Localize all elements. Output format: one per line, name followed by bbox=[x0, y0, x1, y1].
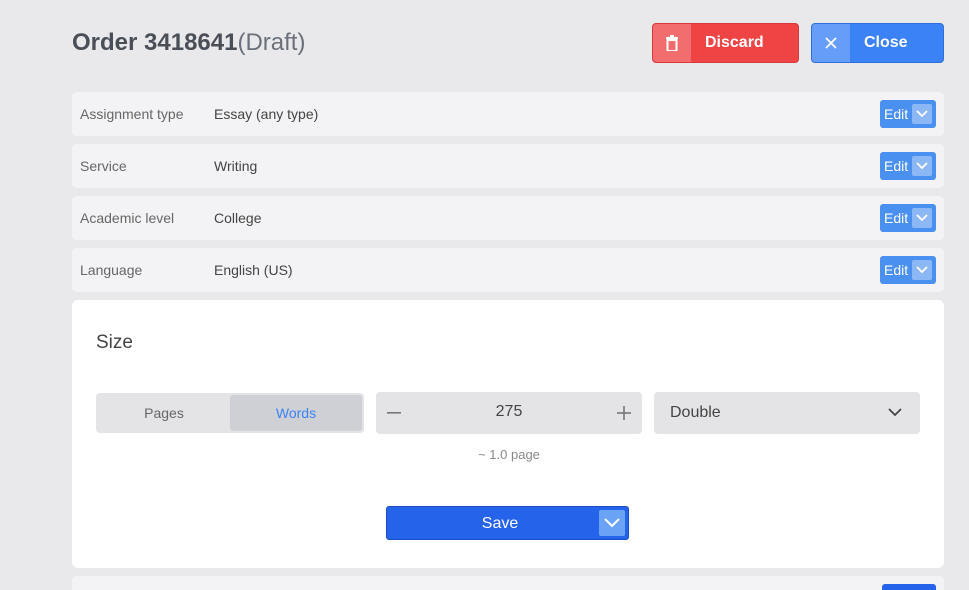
minus-icon[interactable] bbox=[376, 392, 412, 434]
toggle-pages[interactable]: Pages bbox=[98, 395, 230, 431]
page-estimate: ~ 1.0 page bbox=[478, 447, 540, 462]
row-academic-level: Academic level College Edit bbox=[72, 196, 944, 240]
chevron-down-icon bbox=[912, 208, 932, 228]
chevron-down-icon bbox=[912, 156, 932, 176]
order-status: (Draft) bbox=[237, 29, 306, 56]
chevron-down-icon bbox=[912, 260, 932, 280]
plus-icon[interactable] bbox=[606, 392, 642, 434]
edit-label: Edit bbox=[884, 106, 909, 122]
save-label: Save bbox=[481, 515, 519, 532]
row-value: English (US) bbox=[214, 262, 293, 278]
spacing-select[interactable]: Double bbox=[654, 392, 920, 434]
row-assignment-type: Assignment type Essay (any type) Edit bbox=[72, 92, 944, 136]
close-button[interactable]: Close bbox=[811, 23, 944, 63]
chevron-down-icon[interactable] bbox=[599, 510, 625, 536]
edit-button[interactable]: Edit bbox=[880, 256, 936, 284]
chevron-down-icon bbox=[888, 405, 902, 424]
order-number: Order 3418641 bbox=[72, 29, 238, 56]
edit-label: Edit bbox=[884, 210, 909, 226]
row-label: Language bbox=[80, 262, 143, 278]
row-label: Assignment type bbox=[80, 106, 184, 122]
close-label: Close bbox=[864, 34, 908, 51]
discard-button[interactable]: Discard bbox=[652, 23, 799, 63]
save-button[interactable]: Save bbox=[386, 506, 629, 540]
row-value: College bbox=[214, 210, 262, 226]
row-label: Service bbox=[80, 158, 127, 174]
row-service: Service Writing Edit bbox=[72, 144, 944, 188]
edit-button[interactable]: Edit bbox=[880, 204, 936, 232]
size-title: Size bbox=[96, 332, 133, 353]
row-value: Writing bbox=[214, 158, 258, 174]
row-label: Academic level bbox=[80, 210, 175, 226]
row-language: Language English (US) Edit bbox=[72, 248, 944, 292]
edit-button[interactable]: Edit bbox=[880, 100, 936, 128]
pages-words-toggle: Pages Words bbox=[96, 393, 364, 433]
edit-label: Edit bbox=[884, 158, 909, 174]
edit-button[interactable]: Edit bbox=[880, 152, 936, 180]
size-card: Size Pages Words 275 ~ 1.0 page Double S… bbox=[72, 300, 944, 568]
discard-label: Discard bbox=[705, 34, 764, 51]
row-next bbox=[72, 576, 944, 590]
row-value: Essay (any type) bbox=[214, 106, 319, 122]
header: Order 3418641(Draft) Discard Close bbox=[72, 23, 944, 63]
edit-button[interactable] bbox=[882, 584, 936, 590]
stepper-value[interactable]: 275 bbox=[412, 403, 606, 421]
spacing-value: Double bbox=[670, 404, 721, 421]
chevron-down-icon bbox=[912, 104, 932, 124]
close-icon bbox=[812, 24, 850, 62]
edit-label: Edit bbox=[884, 262, 909, 278]
trash-icon bbox=[653, 24, 691, 62]
toggle-words[interactable]: Words bbox=[230, 395, 362, 431]
quantity-stepper: 275 bbox=[376, 392, 642, 434]
page-title: Order 3418641(Draft) bbox=[72, 29, 305, 57]
